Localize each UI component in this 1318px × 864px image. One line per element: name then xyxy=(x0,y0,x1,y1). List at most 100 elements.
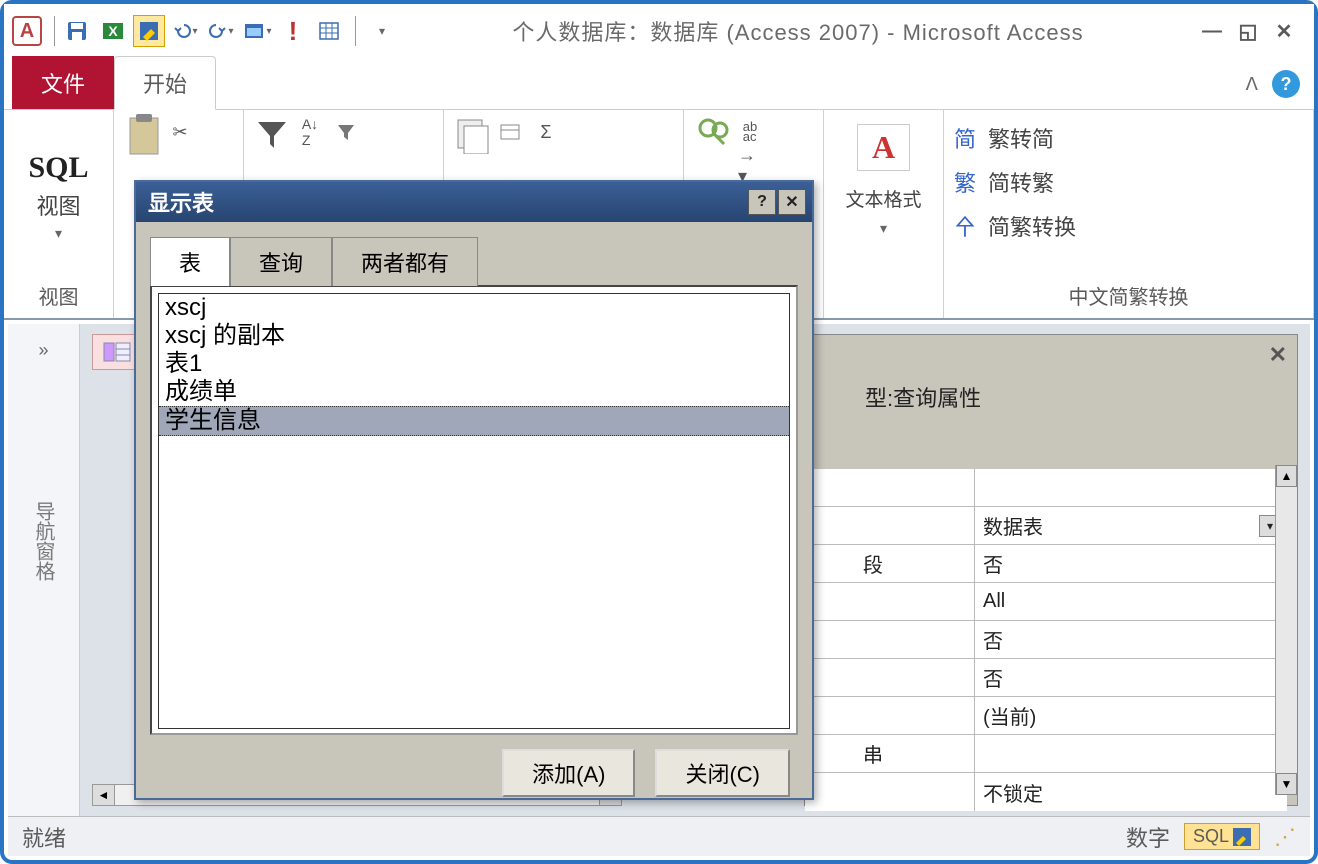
tab-file[interactable]: 文件 xyxy=(12,56,114,109)
status-sql-view-button[interactable]: SQL xyxy=(1184,823,1260,850)
propsheet-vertical-scrollbar[interactable]: ▲ ▼ xyxy=(1275,465,1297,795)
prop-row[interactable]: 段否 xyxy=(805,545,1287,583)
replace-icon[interactable]: abac xyxy=(738,120,762,144)
status-sql-label: SQL xyxy=(1193,826,1229,847)
datasheet-icon[interactable] xyxy=(313,15,345,47)
sort-asc-icon[interactable]: A↓Z xyxy=(298,120,322,144)
ribbon-group-chinese-convert: 简繁转简 繁简转繁 㐃简繁转换 中文简繁转换 xyxy=(944,110,1314,318)
convert2-label: 简转繁 xyxy=(988,166,1054,198)
goto-icon[interactable]: → ▾ xyxy=(738,154,762,178)
sql-view-button[interactable]: SQL 视图 xyxy=(22,149,94,244)
design-icon xyxy=(1233,828,1251,846)
new-record-icon[interactable] xyxy=(498,120,522,144)
cut-icon[interactable]: ✂ xyxy=(168,120,192,144)
ribbon-minimize-icon[interactable]: ᐱ xyxy=(1246,74,1258,95)
prop-row[interactable]: (当前) xyxy=(805,697,1287,735)
prop-row[interactable]: 否 xyxy=(805,621,1287,659)
design-icon[interactable] xyxy=(133,15,165,47)
statusbar: 就绪 数字 SQL ⋰ xyxy=(8,816,1310,856)
status-resize-grip-icon[interactable]: ⋰ xyxy=(1274,824,1296,850)
list-item[interactable]: xscj xyxy=(159,294,789,322)
prop-row[interactable]: 不锁定 xyxy=(805,773,1287,811)
undo-icon[interactable]: ▾ xyxy=(169,15,201,47)
scroll-down-icon[interactable]: ▼ xyxy=(1276,773,1297,795)
scroll-up-icon[interactable]: ▲ xyxy=(1276,465,1297,487)
ribbon-group-label-view: 视图 xyxy=(14,277,103,314)
convert-both[interactable]: 㐃简繁转换 xyxy=(954,210,1076,242)
dialog-titlebar[interactable]: 显示表 ? ✕ xyxy=(136,182,812,222)
excel-export-icon[interactable]: X xyxy=(97,15,129,47)
prop-row[interactable]: All xyxy=(805,583,1287,621)
dialog-tab-tables[interactable]: 表 xyxy=(150,237,230,286)
dropdown-arrow-icon xyxy=(880,220,887,237)
property-sheet: ✕ 型: 查询属性 数据表 段否 All 否 否 (当前) 串 不锁定 ▲ ▼ xyxy=(804,334,1298,806)
nav-pane-label: 导航窗格 xyxy=(29,501,58,581)
list-item[interactable]: xscj 的副本 xyxy=(159,322,789,350)
paste-icon[interactable] xyxy=(124,116,160,152)
propsheet-title: 型: 查询属性 xyxy=(805,375,1297,419)
list-item[interactable]: 成绩单 xyxy=(159,378,789,406)
refresh-icon[interactable] xyxy=(454,116,490,152)
save-icon[interactable] xyxy=(61,15,93,47)
dialog-help-button[interactable]: ? xyxy=(748,189,776,215)
status-ready: 就绪 xyxy=(22,821,66,853)
ribbon-group-textformat: A 文本格式 xyxy=(824,110,944,318)
view-label: 视图 xyxy=(36,189,80,221)
qat-customize-icon[interactable]: ▾ xyxy=(366,15,398,47)
close-button[interactable]: ✕ xyxy=(1270,20,1298,42)
restore-button[interactable]: ◱ xyxy=(1234,20,1262,42)
window-controls: — ◱ ✕ xyxy=(1198,20,1298,42)
quick-access-toolbar: X ▾ ▾ ▾ ! ▾ xyxy=(61,15,398,47)
totals-icon[interactable]: Σ xyxy=(534,120,558,144)
window-title: 个人数据库：数据库 (Access 2007) - Microsoft Acce… xyxy=(398,15,1198,47)
close-button[interactable]: 关闭(C) xyxy=(655,749,790,797)
text-format-label: 文本格式 xyxy=(845,185,921,212)
sql-label: SQL xyxy=(28,151,88,185)
convert3-label: 简繁转换 xyxy=(988,210,1076,242)
redo-icon[interactable]: ▾ xyxy=(205,15,237,47)
prop-row[interactable]: 串 xyxy=(805,735,1287,773)
propsheet-title-text: 查询属性 xyxy=(893,381,981,413)
tab-home[interactable]: 开始 xyxy=(114,56,216,110)
propsheet-title-prefix: 型: xyxy=(865,381,893,413)
prop-row[interactable] xyxy=(805,469,1287,507)
dialog-buttons: 添加(A) 关闭(C) xyxy=(136,735,812,811)
filter-icon[interactable] xyxy=(254,116,290,152)
dialog-list: xscj xscj 的副本 表1 成绩单 学生信息 xyxy=(150,285,798,735)
dialog-title: 显示表 xyxy=(148,186,214,218)
ribbon-group-label-chinese: 中文简繁转换 xyxy=(954,277,1303,314)
ribbon-tabs: 文件 开始 ᐱ ? xyxy=(4,58,1314,110)
window-icon[interactable]: ▾ xyxy=(241,15,273,47)
ribbon-group-view: SQL 视图 视图 xyxy=(4,110,114,318)
convert-simp-to-trad[interactable]: 繁简转繁 xyxy=(954,166,1054,198)
dropdown-arrow-icon xyxy=(55,225,62,242)
minimize-button[interactable]: — xyxy=(1198,20,1226,42)
convert-trad-to-simp[interactable]: 简繁转简 xyxy=(954,122,1054,154)
access-app-icon: A xyxy=(12,16,42,46)
titlebar: A X ▾ ▾ ▾ ! ▾ 个人数据库：数据库 (Access 2007) - … xyxy=(4,4,1314,58)
dialog-tabs: 表 查询 两者都有 xyxy=(136,222,812,285)
find-icon[interactable] xyxy=(694,116,730,152)
navigation-pane: » 导航窗格 xyxy=(8,324,80,816)
list-item[interactable]: 学生信息 xyxy=(159,406,789,436)
property-grid: 数据表 段否 All 否 否 (当前) 串 不锁定 xyxy=(805,469,1287,811)
exclaim-icon[interactable]: ! xyxy=(277,15,309,47)
show-table-dialog: 显示表 ? ✕ 表 查询 两者都有 xscj xscj 的副本 表1 成绩单 学… xyxy=(134,180,814,800)
font-button[interactable]: A xyxy=(857,124,910,171)
list-item[interactable]: 表1 xyxy=(159,350,789,378)
help-icon[interactable]: ? xyxy=(1272,70,1300,98)
add-button[interactable]: 添加(A) xyxy=(502,749,635,797)
propsheet-close-icon[interactable]: ✕ xyxy=(1269,342,1287,368)
simplified-icon: 简 xyxy=(954,122,976,154)
dialog-close-button[interactable]: ✕ xyxy=(778,189,806,215)
prop-row[interactable]: 否 xyxy=(805,659,1287,697)
filter-toggle-icon[interactable] xyxy=(334,120,358,144)
prop-row[interactable]: 数据表 xyxy=(805,507,1287,545)
dialog-tab-queries[interactable]: 查询 xyxy=(230,237,332,286)
status-numlock: 数字 xyxy=(1126,821,1170,853)
nav-expand-button[interactable]: » xyxy=(38,340,48,361)
scroll-left-icon[interactable]: ◄ xyxy=(93,785,115,805)
svg-text:X: X xyxy=(108,23,118,39)
dialog-tab-both[interactable]: 两者都有 xyxy=(332,237,478,286)
convert-icon: 㐃 xyxy=(954,210,976,242)
